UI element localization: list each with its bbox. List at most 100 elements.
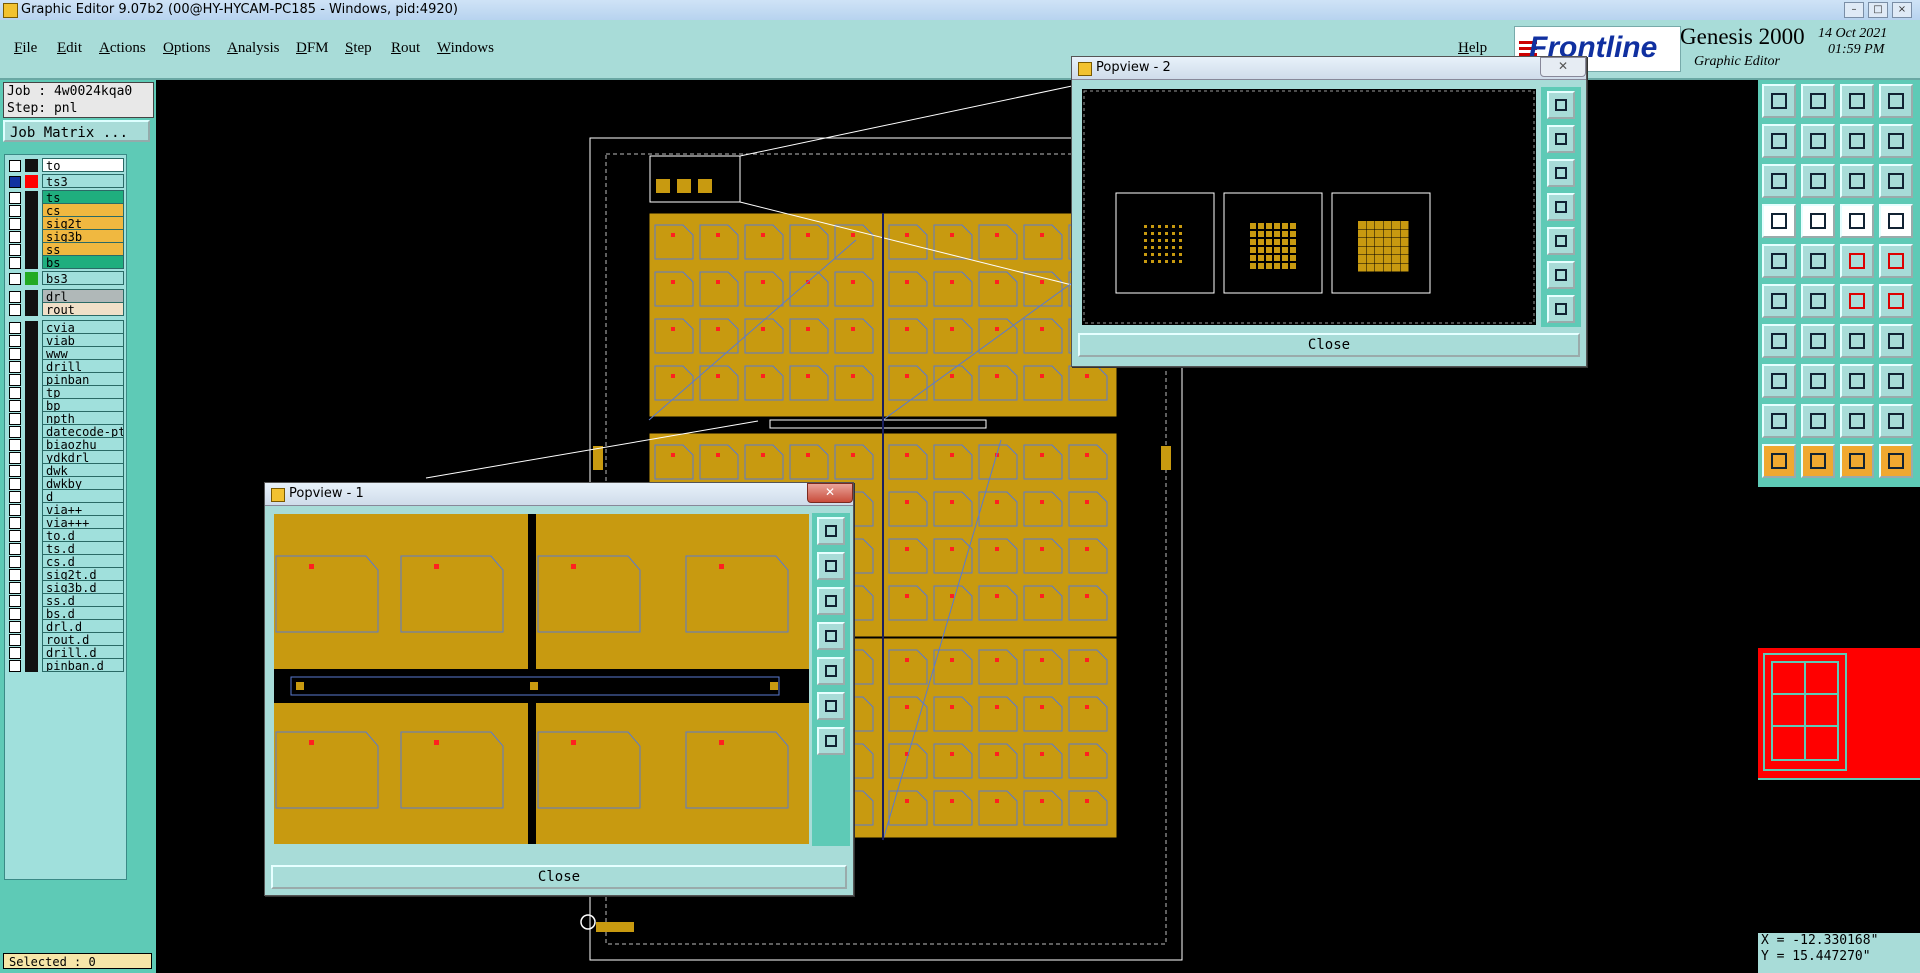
layer-name[interactable]: rout.d <box>42 632 124 646</box>
pad-icon[interactable] <box>1879 244 1913 278</box>
layer-name[interactable]: ts3 <box>42 174 124 188</box>
layer-checkbox[interactable] <box>9 176 21 188</box>
move-icon[interactable] <box>1840 284 1874 318</box>
layer-name[interactable]: sig2t <box>42 216 124 230</box>
layer-name[interactable]: biaozhu <box>42 437 124 451</box>
next-step-icon[interactable] <box>1801 124 1835 158</box>
popview-2-pan-right-icon[interactable] <box>1547 227 1575 255</box>
popview-1-view[interactable] <box>274 514 809 844</box>
save-icon[interactable] <box>1801 84 1835 118</box>
layer-row-bs[interactable]: bs <box>5 255 126 270</box>
layer-color-swatch[interactable] <box>25 159 38 172</box>
connect-icon[interactable] <box>1762 284 1796 318</box>
layer-row-ts3[interactable]: ts3 <box>5 174 126 189</box>
resize-icon[interactable] <box>1840 364 1874 398</box>
layer-name[interactable]: to.d <box>42 528 124 542</box>
help-icon[interactable] <box>1879 164 1913 198</box>
layer-name[interactable]: ts.d <box>42 541 124 555</box>
menu-windows[interactable]: Windows <box>437 40 494 57</box>
popview-2-view[interactable] <box>1082 89 1536 325</box>
layer-name[interactable]: www <box>42 346 124 360</box>
layer-name[interactable]: dwk <box>42 463 124 477</box>
pointer-c-icon[interactable] <box>1879 444 1913 478</box>
layer-name[interactable]: via+++ <box>42 515 124 529</box>
menu-edit[interactable]: Edit <box>57 40 82 57</box>
feature-add-icon[interactable] <box>1762 244 1796 278</box>
layer-name[interactable]: bs <box>42 255 124 269</box>
line-red-icon[interactable] <box>1762 324 1796 358</box>
maximize-icon[interactable]: □ <box>1868 2 1888 18</box>
prev-step-icon[interactable] <box>1762 124 1796 158</box>
popview-2-fit-icon[interactable] <box>1547 261 1575 289</box>
menu-help[interactable]: Help <box>1458 40 1487 57</box>
overview-panel[interactable] <box>1758 648 1920 778</box>
snap-b-icon[interactable] <box>1879 204 1913 238</box>
layer-row-to[interactable]: to <box>5 158 126 173</box>
layer-color-swatch[interactable] <box>25 303 38 316</box>
popview-2-pan-left-icon[interactable] <box>1547 193 1575 221</box>
layer-name[interactable]: bp <box>42 398 124 412</box>
popview-1-pan-left-icon[interactable] <box>817 622 845 650</box>
layer-name[interactable]: sig2t.d <box>42 567 124 581</box>
popview-2-close-icon[interactable]: ✕ <box>1540 57 1586 77</box>
layer-name[interactable]: ts <box>42 190 124 204</box>
popview-1-close-icon[interactable]: ✕ <box>807 483 853 503</box>
layer-row-pinban-d[interactable]: pinban.d <box>5 658 126 673</box>
menu-actions[interactable]: Actions <box>99 40 146 57</box>
triangle-d-icon[interactable] <box>1879 404 1913 438</box>
line-blue-icon[interactable] <box>1801 324 1835 358</box>
layer-color-swatch[interactable] <box>25 659 38 672</box>
menu-options[interactable]: Options <box>163 40 211 57</box>
layer-name[interactable]: to <box>42 158 124 172</box>
popview-1-close-button[interactable]: Close <box>271 865 847 889</box>
popview-2-center-icon[interactable] <box>1547 295 1575 323</box>
layer-checkbox[interactable] <box>9 160 21 172</box>
popview-1-zoom-in-icon[interactable] <box>817 552 845 580</box>
layer-checkbox[interactable] <box>9 257 21 269</box>
layer-name[interactable]: tp <box>42 385 124 399</box>
cross-icon[interactable] <box>1801 284 1835 318</box>
layer-name[interactable]: pinban.d <box>42 658 124 672</box>
layer-checkbox[interactable] <box>9 273 21 285</box>
menu-file[interactable]: File <box>14 40 37 57</box>
layer-name[interactable]: pinban <box>42 372 124 386</box>
layer-name[interactable]: drill <box>42 359 124 373</box>
layer-name[interactable]: cs.d <box>42 554 124 568</box>
triangle-a-icon[interactable] <box>1762 404 1796 438</box>
arc-icon[interactable] <box>1840 324 1874 358</box>
layer-color-swatch[interactable] <box>25 256 38 269</box>
menu-dfm[interactable]: DFM <box>296 40 329 57</box>
layer-name[interactable]: sig3b.d <box>42 580 124 594</box>
popview-2-zoom-in-icon[interactable] <box>1547 125 1575 153</box>
popview-2-titlebar[interactable]: Popview - 2 ✕ <box>1072 57 1586 80</box>
layer-row-rout[interactable]: rout <box>5 302 126 317</box>
layer-name[interactable]: bs.d <box>42 606 124 620</box>
layer-name[interactable]: dwkby <box>42 476 124 490</box>
layer-name[interactable]: drl.d <box>42 619 124 633</box>
feature-del-icon[interactable] <box>1801 244 1835 278</box>
layer-row-bs3[interactable]: bs3 <box>5 271 126 286</box>
layer-name[interactable]: drill.d <box>42 645 124 659</box>
layer-name[interactable]: d <box>42 489 124 503</box>
scale-icon[interactable] <box>1840 164 1874 198</box>
grid-icon[interactable] <box>1801 204 1835 238</box>
menu-step[interactable]: Step <box>345 40 372 57</box>
transform-icon[interactable] <box>1762 364 1796 398</box>
flip-icon[interactable] <box>1879 324 1913 358</box>
home-icon[interactable] <box>1840 84 1874 118</box>
layer-name[interactable]: bs3 <box>42 271 124 285</box>
minimize-icon[interactable]: – <box>1844 2 1864 18</box>
layer-name[interactable]: cs <box>42 203 124 217</box>
popview-1-zoom-window-icon[interactable] <box>817 517 845 545</box>
route-icon[interactable] <box>1879 124 1913 158</box>
layer-name[interactable]: rout <box>42 302 124 316</box>
popview-1-center-icon[interactable] <box>817 727 845 755</box>
layer-name[interactable]: viab <box>42 333 124 347</box>
layer-checkbox[interactable] <box>9 304 21 316</box>
popview-2-close-button[interactable]: Close <box>1078 333 1580 357</box>
layer-name[interactable]: ss <box>42 242 124 256</box>
array-icon[interactable] <box>1879 364 1913 398</box>
ruler-icon[interactable] <box>1840 244 1874 278</box>
close-icon[interactable]: × <box>1892 2 1912 18</box>
zoom-home-icon[interactable] <box>1801 164 1835 198</box>
